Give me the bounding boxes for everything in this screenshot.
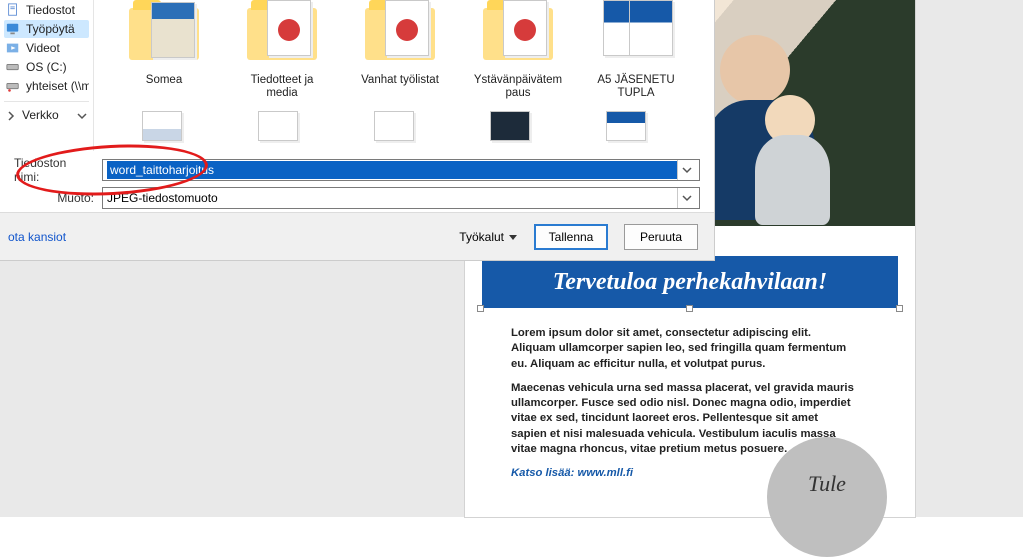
- file-thumb[interactable]: [238, 111, 320, 145]
- nav-item-label: Videot: [26, 41, 60, 55]
- nav-item-label: Verkko: [22, 108, 59, 122]
- banner-heading[interactable]: Tervetuloa perhekahvilaan!: [482, 256, 898, 308]
- body-link[interactable]: Katso lisää: www.mll.fi: [511, 466, 855, 481]
- ruler-fragment: [821, 2, 849, 20]
- selection-handle[interactable]: [477, 305, 484, 312]
- filename-input-wrap[interactable]: [102, 159, 700, 181]
- chevron-down-icon: [77, 110, 87, 120]
- dialog-fields: Tiedoston nimi: Muoto:: [0, 151, 714, 212]
- filename-label: Tiedoston nimi:: [14, 156, 94, 184]
- nav-item-label: OS (C:): [26, 60, 67, 74]
- file-thumb[interactable]: [586, 111, 668, 145]
- cancel-button[interactable]: Peruuta: [624, 224, 698, 250]
- nav-item-label: Työpöytä: [26, 22, 75, 36]
- selection-handle[interactable]: [686, 305, 693, 312]
- nav-item-label: yhteiset (\\mlltku: [26, 79, 89, 93]
- file-thumb[interactable]: [122, 111, 204, 145]
- format-label: Muoto:: [14, 191, 94, 205]
- dialog-footer: ota kansiot Työkalut Tallenna Peruuta: [0, 212, 714, 260]
- chevron-right-icon: [6, 110, 16, 120]
- nav-item-documents[interactable]: Tiedostot: [4, 1, 89, 19]
- file-label: Tiedotteet ja media: [240, 74, 324, 100]
- file-browser[interactable]: Somea Tiedotteet ja media Vanhat työlist…: [94, 0, 714, 151]
- chevron-down-icon: [508, 232, 518, 242]
- nav-item-network-share[interactable]: yhteiset (\\mlltku: [4, 77, 89, 95]
- selection-handle[interactable]: [896, 305, 903, 312]
- file-label: A5 JÄSENETU TUPLA: [594, 74, 678, 100]
- filename-history-dropdown[interactable]: [677, 160, 695, 180]
- file-label: Ystävänpäivätem paus: [474, 74, 562, 100]
- nav-item-label: Tiedostot: [26, 3, 75, 17]
- folder-item[interactable]: Tiedotteet ja media: [240, 0, 324, 105]
- navigation-pane: Tiedostot Työpöytä Videot OS (C:): [0, 0, 94, 151]
- format-value[interactable]: [107, 189, 677, 207]
- file-label: Somea: [146, 74, 182, 87]
- paragraph[interactable]: Maecenas vehicula urna sed massa placera…: [511, 381, 855, 457]
- nav-item-network[interactable]: Verkko: [4, 101, 89, 128]
- file-thumb[interactable]: [354, 111, 436, 145]
- paragraph[interactable]: Lorem ipsum dolor sit amet, consectetur …: [511, 326, 855, 372]
- network-drive-icon: [6, 79, 20, 93]
- save-dialog: Tiedostot Työpöytä Videot OS (C:): [0, 0, 715, 261]
- nav-item-videos[interactable]: Videot: [4, 39, 89, 57]
- nav-item-desktop[interactable]: Työpöytä: [4, 20, 89, 38]
- body-text[interactable]: Lorem ipsum dolor sit amet, consectetur …: [511, 326, 855, 490]
- file-thumb[interactable]: [470, 111, 552, 145]
- file-item[interactable]: A5 JÄSENETU TUPLA: [594, 0, 678, 105]
- format-dropdown-button[interactable]: [677, 188, 695, 208]
- folder-item[interactable]: Ystävänpäivätem paus: [476, 0, 560, 105]
- tools-label: Työkalut: [459, 230, 504, 244]
- save-button[interactable]: Tallenna: [534, 224, 608, 250]
- nav-item-drive-c[interactable]: OS (C:): [4, 58, 89, 76]
- file-browser-row2[interactable]: [94, 111, 714, 151]
- folder-item[interactable]: Vanhat työlistat: [358, 0, 442, 105]
- desktop-icon: [6, 22, 20, 36]
- format-select[interactable]: [102, 187, 700, 209]
- video-icon: [6, 41, 20, 55]
- drive-icon: [6, 60, 20, 74]
- tools-menu[interactable]: Työkalut: [459, 230, 518, 244]
- circle-badge[interactable]: Tule: [767, 437, 887, 557]
- document-icon: [6, 3, 20, 17]
- hide-folders-link[interactable]: ota kansiot: [8, 230, 66, 244]
- folder-item[interactable]: Somea: [122, 0, 206, 105]
- file-label: Vanhat työlistat: [361, 74, 439, 87]
- filename-input[interactable]: [107, 161, 677, 179]
